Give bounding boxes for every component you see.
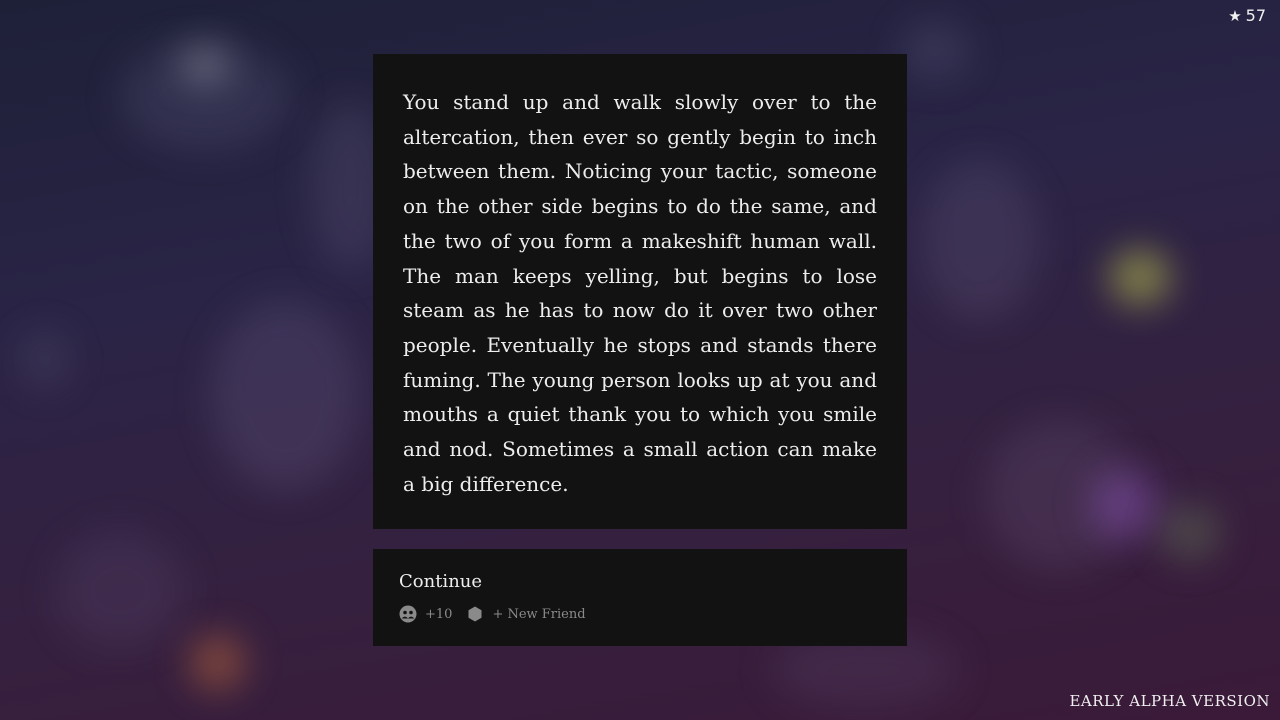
background-light [55, 530, 185, 650]
relationship-bonus: +10 [425, 606, 453, 622]
background-light [1110, 250, 1170, 305]
hexagon-icon [466, 605, 484, 623]
background-light [190, 635, 245, 690]
background-light [1160, 505, 1220, 560]
background-light [985, 420, 1135, 570]
background-light [210, 300, 360, 490]
score-display: ★ 57 [1228, 6, 1266, 25]
background-light [180, 45, 230, 85]
background-light [1090, 470, 1160, 540]
version-label: EARLY ALPHA VERSION [1069, 692, 1270, 710]
background-light [20, 330, 70, 390]
background-light [900, 20, 970, 80]
background-light [920, 160, 1040, 320]
score-value: 57 [1245, 6, 1266, 25]
people-icon [399, 605, 417, 623]
choice-effects: +10 + New Friend [399, 605, 881, 623]
story-text: You stand up and walk slowly over to the… [403, 90, 877, 496]
story-card: You stand up and walk slowly over to the… [373, 54, 907, 529]
star-icon: ★ [1228, 7, 1242, 25]
new-friend-reward: + New Friend [492, 606, 586, 622]
continue-choice[interactable]: Continue +10 + New Friend [373, 549, 907, 646]
choice-label: Continue [399, 571, 483, 592]
background-light [120, 40, 290, 150]
